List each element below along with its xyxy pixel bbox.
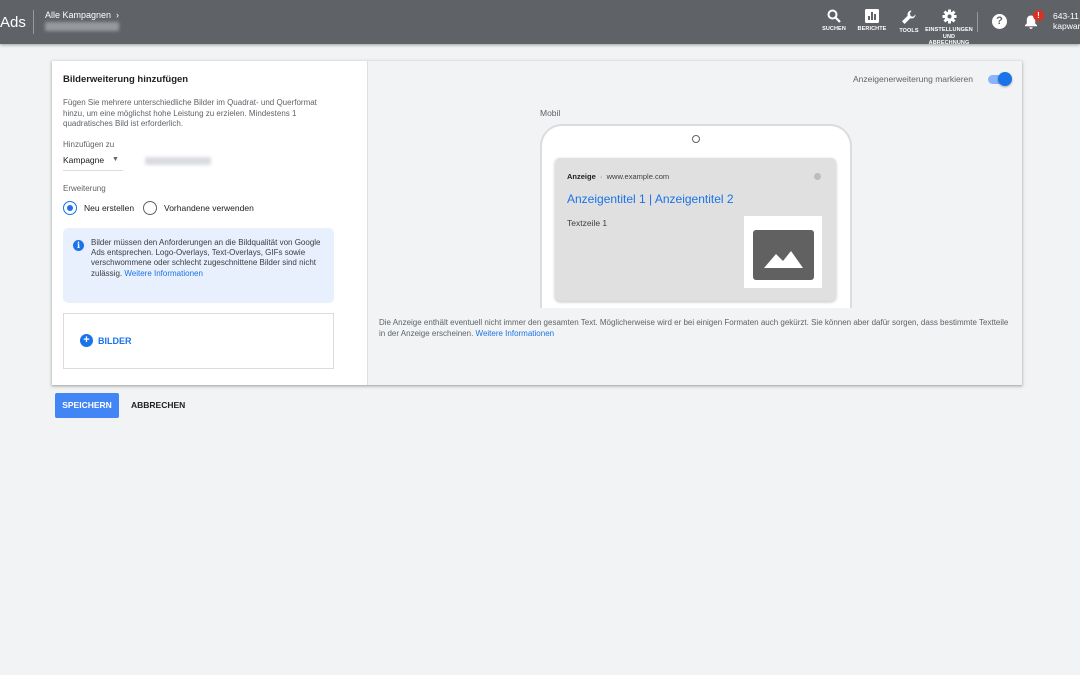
settings-label: EINSTELLUNGEN UND ABRECHNUNG [925,27,973,46]
dropdown-arrow-icon: ▼ [112,156,119,163]
ad-headline: Anzeigentitel 1 | Anzeigentitel 2 [567,192,734,206]
toggle-knob [998,72,1012,86]
info-text: Bilder müssen den Anforderungen an die B… [91,238,327,279]
info-more-link[interactable]: Weitere Informationen [124,269,203,278]
image-placeholder-icon [753,230,814,280]
wrench-icon [902,10,916,24]
highlight-extension-toggle[interactable] [986,72,1012,86]
add-to-select[interactable]: Kampagne ▼ [63,155,123,171]
notification-badge: ! [1033,10,1044,21]
device-label: Mobil [540,108,561,118]
add-circle-icon: + [80,334,93,347]
info-box: i Bilder müssen den Anforderungen an die… [63,228,334,303]
reports-icon [865,9,879,23]
highlight-extension-label: Anzeigenerweiterung markieren [853,74,974,84]
settings-button[interactable]: EINSTELLUNGEN UND ABRECHNUNG [923,9,975,47]
breadcrumb-campaign-name-redacted[interactable] [45,22,119,31]
chevron-right-icon: › [116,10,120,20]
breadcrumb-all-campaigns[interactable]: Alle Kampagnen [45,10,111,20]
radio-existing-label[interactable]: Vorhandene verwenden [164,203,254,213]
google-ads-logo[interactable]: Ads [0,14,26,31]
help-icon[interactable]: ? [992,14,1007,29]
ad-badge: Anzeige [567,172,596,181]
search-icon [827,9,841,23]
editor-panel: Bilderweiterung hinzufügen Fügen Sie meh… [52,61,367,385]
top-bar: Ads Alle Kampagnen › SUCHEN BERICHTE TOOL… [0,0,1080,47]
breadcrumb[interactable]: Alle Kampagnen › [45,10,119,20]
radio-new[interactable] [63,201,77,215]
images-box: + BILDER [63,313,334,369]
info-icon: i [73,240,84,251]
ad-meta: Anzeige · www.example.com [567,172,670,181]
account-name: kapwar [1053,21,1080,31]
cancel-button[interactable]: ABBRECHEN [126,393,190,418]
preview-note-text: Die Anzeige enthält eventuell nicht imme… [379,318,1009,338]
account-info[interactable]: 643-11 kapwar [1053,11,1080,31]
save-button[interactable]: SPEICHERN [55,393,119,418]
gear-icon [942,9,956,24]
add-to-label: Hinzufügen zu [63,140,115,149]
panel-title: Bilderweiterung hinzufügen [63,74,189,85]
header-divider-right [977,12,978,32]
extension-label: Erweiterung [63,184,106,193]
phone-frame: Anzeige · www.example.com Anzeigentitel … [540,124,852,308]
preview-panel: Anzeigenerweiterung markieren Mobil Anze… [367,61,1022,385]
header-divider [33,10,34,34]
ad-info-dot [814,173,821,180]
ad-image-placeholder [744,216,822,288]
preview-note-link[interactable]: Weitere Informationen [476,329,555,338]
radio-existing[interactable] [143,201,157,215]
ad-text-line: Textzeile 1 [567,218,608,228]
panel-description: Fügen Sie mehrere unterschiedliche Bilde… [63,98,317,128]
ad-url: www.example.com [606,172,670,181]
radio-new-label[interactable]: Neu erstellen [84,203,134,213]
campaign-name-redacted [145,157,211,165]
preview-note: Die Anzeige enthält eventuell nicht imme… [379,318,1014,339]
image-extension-card: Bilderweiterung hinzufügen Fügen Sie meh… [52,61,1022,385]
add-images-button[interactable]: + BILDER [80,334,132,347]
add-images-label: BILDER [98,335,132,346]
ad-preview-card: Anzeige · www.example.com Anzeigentitel … [555,158,836,301]
account-id: 643-11 [1053,11,1079,21]
add-to-value: Kampagne [63,155,105,165]
phone-camera [692,135,700,143]
